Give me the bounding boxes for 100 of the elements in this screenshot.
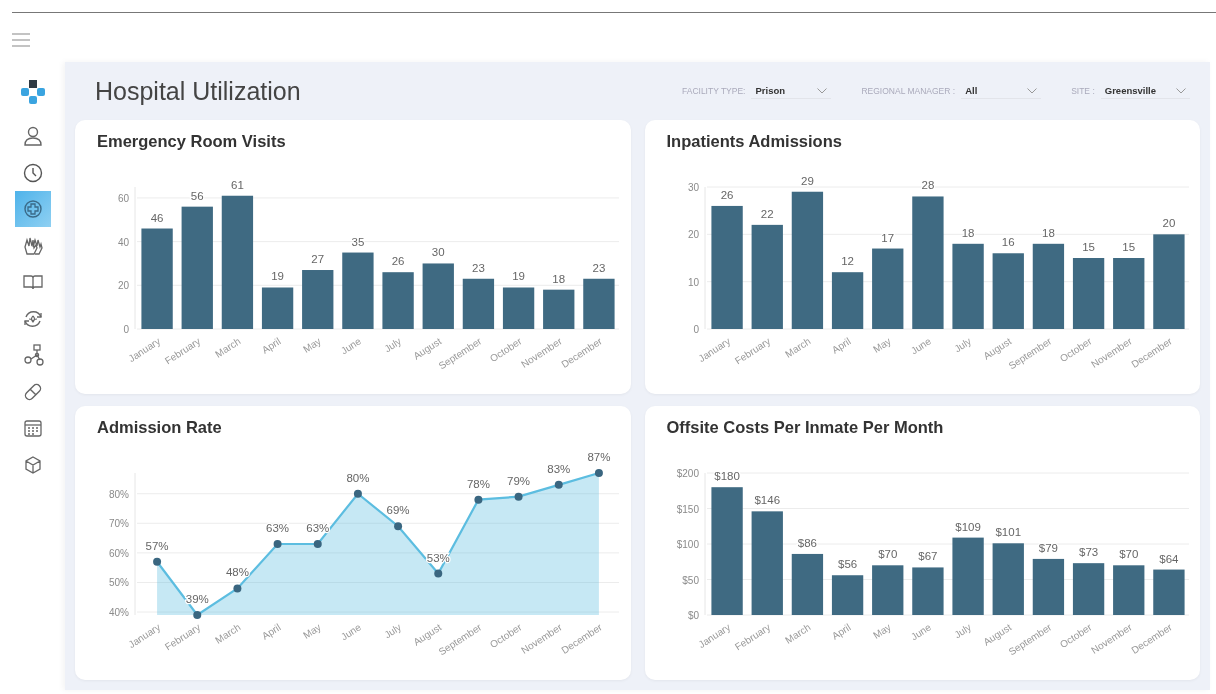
axis-tick-label: 40% <box>109 607 129 619</box>
axis-label: June <box>908 621 933 643</box>
data-point <box>594 469 603 477</box>
axis-tick-label: 70% <box>109 518 129 530</box>
data-label: 19 <box>271 270 284 283</box>
data-label: 17 <box>880 231 894 244</box>
filter-dropdown[interactable]: Prison <box>751 83 832 99</box>
medical-cross-icon <box>21 198 44 220</box>
data-label: 56 <box>190 189 204 202</box>
data-label: 26 <box>391 255 405 268</box>
bar <box>831 272 863 329</box>
data-point <box>353 489 362 498</box>
bar <box>791 553 823 615</box>
data-label: 79% <box>507 474 531 487</box>
person-icon <box>21 125 44 147</box>
axis-label: July <box>951 621 973 641</box>
data-label: $109 <box>954 520 981 533</box>
bar <box>1072 563 1104 615</box>
axis-label: June <box>908 335 933 357</box>
filter-dropdown[interactable]: All <box>961 83 1042 99</box>
data-label: 78% <box>466 477 490 490</box>
data-label: 29 <box>800 174 814 187</box>
data-label: 63% <box>306 522 330 534</box>
data-point <box>474 495 483 504</box>
axis-label: July <box>382 621 404 641</box>
data-point <box>273 540 282 548</box>
data-label: $70 <box>877 548 897 561</box>
data-point <box>313 540 322 548</box>
data-label: $86 <box>797 536 817 549</box>
bar <box>1112 258 1144 329</box>
axis-label: June <box>338 621 363 643</box>
bar <box>583 278 615 329</box>
data-label: 57% <box>145 539 169 552</box>
data-label: 30 <box>431 246 445 259</box>
axis-label: July <box>382 335 404 355</box>
filter-label: SITE : <box>1071 86 1095 96</box>
axis-label: April <box>259 621 283 642</box>
data-label: 26 <box>720 188 733 201</box>
data-label: 28 <box>921 179 934 192</box>
data-label: 19 <box>512 270 525 283</box>
bar <box>871 565 903 615</box>
chevron-icon <box>817 87 828 94</box>
data-label: 18 <box>1041 226 1055 239</box>
data-point <box>514 492 523 501</box>
data-label: 18 <box>552 272 566 285</box>
bar <box>1152 569 1185 615</box>
axis-tick-label: 20 <box>117 280 129 292</box>
axis-tick-label: 50% <box>109 577 129 589</box>
axis-tick-label: $200 <box>676 468 699 479</box>
data-label: 22 <box>760 207 774 220</box>
data-label: 23 <box>472 261 485 274</box>
axis-tick-label: $100 <box>676 539 699 550</box>
data-label: $146 <box>753 494 780 507</box>
axis-label: May <box>301 621 323 641</box>
data-label: $64 <box>1158 552 1178 565</box>
filter-dropdown[interactable]: Greensville <box>1100 83 1190 99</box>
data-label: $180 <box>713 470 740 483</box>
bar <box>831 575 863 615</box>
chart-title: Admission Rate <box>97 418 223 437</box>
chevron-icon <box>1176 87 1186 94</box>
data-label: 46 <box>150 211 164 224</box>
data-label: 16 <box>1001 236 1015 249</box>
data-label: 23 <box>592 261 606 274</box>
bar <box>462 278 495 329</box>
nodes-icon <box>21 344 44 366</box>
data-label: $73 <box>1078 546 1098 559</box>
clock-icon <box>21 161 44 184</box>
axis-tick-label: 80% <box>109 488 129 500</box>
data-label: 18 <box>961 226 974 239</box>
data-label: $56 <box>837 558 857 571</box>
bar <box>422 263 454 329</box>
data-label: 69% <box>386 504 410 517</box>
axis-tick-label: $150 <box>676 503 699 515</box>
data-label: 80% <box>346 471 370 484</box>
data-label: 83% <box>547 462 571 475</box>
data-label: 15 <box>1121 241 1135 253</box>
axis-tick-label: 30 <box>687 182 699 193</box>
axis-label: April <box>259 335 283 356</box>
bar <box>1032 558 1064 615</box>
data-label: 15 <box>1081 241 1095 253</box>
axis-tick-label: $50 <box>681 574 699 586</box>
filter-label: REGIONAL MANAGER : <box>861 86 956 96</box>
axis-label: May <box>870 621 893 641</box>
bar <box>1072 258 1104 329</box>
data-label: 12 <box>840 255 854 268</box>
chevron-icon <box>1027 87 1038 94</box>
axis-label: April <box>829 335 853 356</box>
axis-label: June <box>338 335 363 357</box>
data-point <box>394 522 403 531</box>
bar <box>1112 565 1144 615</box>
data-label: $79 <box>1038 541 1058 554</box>
data-label: 27 <box>311 253 325 265</box>
bar <box>543 289 575 329</box>
nav-item[interactable] <box>14 191 51 227</box>
axis-label: April <box>829 621 853 642</box>
filter-label: FACILITY TYPE: <box>682 86 746 96</box>
data-label: 87% <box>587 451 611 463</box>
page-title: Hospital Utilization <box>95 76 301 106</box>
data-point <box>153 557 162 566</box>
axis-label: May <box>870 335 893 355</box>
